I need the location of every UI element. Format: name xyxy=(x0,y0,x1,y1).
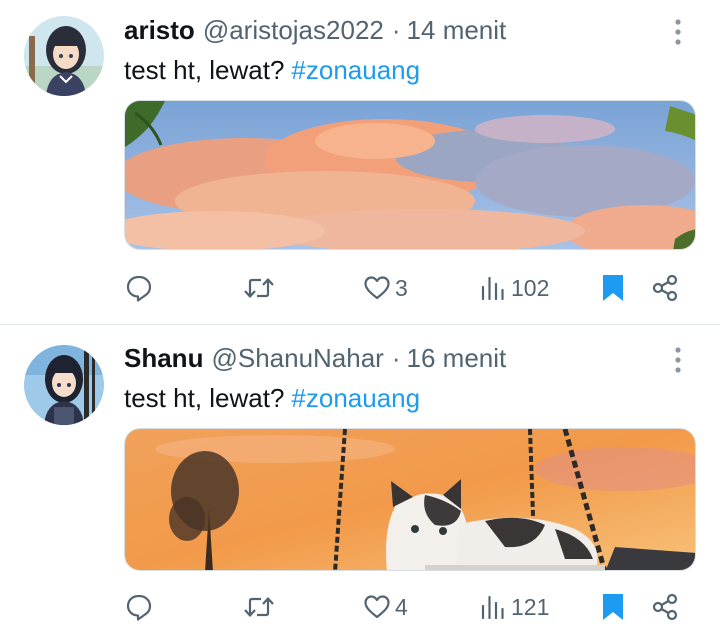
tweet-header: Shanu @ShanuNahar · 16 menit xyxy=(124,342,506,374)
avatar[interactable] xyxy=(24,16,104,96)
display-name[interactable]: aristo xyxy=(124,14,195,46)
bookmark-button[interactable] xyxy=(598,268,628,308)
share-button[interactable] xyxy=(650,268,680,308)
tweet-body: test ht, lewat? xyxy=(124,55,285,85)
bookmark-icon xyxy=(598,272,628,304)
reply-icon xyxy=(124,592,154,622)
retweet-button[interactable] xyxy=(242,268,276,308)
reply-button[interactable] xyxy=(124,587,154,627)
tweet[interactable]: Shanu @ShanuNahar · 16 menit test ht, le… xyxy=(0,325,720,632)
hashtag-link[interactable]: #zonauang xyxy=(291,55,420,85)
avatar[interactable] xyxy=(24,345,104,425)
view-count: 121 xyxy=(511,593,550,620)
views-button[interactable]: 102 xyxy=(478,268,549,308)
tweet-header: aristo @aristojas2022 · 14 menit xyxy=(124,14,506,46)
tweet-body: test ht, lewat? xyxy=(124,383,285,413)
bookmark-button[interactable] xyxy=(598,587,628,627)
tweet-actions: 4 121 xyxy=(124,587,696,627)
views-button[interactable]: 121 xyxy=(478,587,549,627)
share-icon xyxy=(650,592,680,622)
reply-icon xyxy=(124,273,154,303)
tweet-media-image[interactable] xyxy=(124,428,696,571)
user-handle[interactable]: @ShanuNahar xyxy=(211,342,383,374)
like-button[interactable]: 3 xyxy=(362,268,408,308)
views-icon xyxy=(478,273,508,303)
tweet-text: test ht, lewat? #zonauang xyxy=(124,382,420,414)
display-name[interactable]: Shanu xyxy=(124,342,203,374)
retweet-icon xyxy=(242,592,276,622)
share-icon xyxy=(650,273,680,303)
bookmark-icon xyxy=(598,591,628,623)
like-button[interactable]: 4 xyxy=(362,587,408,627)
timestamp[interactable]: 16 menit xyxy=(407,342,507,374)
share-button[interactable] xyxy=(650,587,680,627)
separator: · xyxy=(391,343,401,373)
user-handle[interactable]: @aristojas2022 xyxy=(203,14,384,46)
tweet-actions: 3 102 xyxy=(124,268,696,308)
hashtag-link[interactable]: #zonauang xyxy=(291,383,420,413)
tweet[interactable]: aristo @aristojas2022 · 14 menit test ht… xyxy=(0,0,720,325)
separator: · xyxy=(391,15,401,45)
more-options-icon[interactable] xyxy=(666,16,690,48)
retweet-button[interactable] xyxy=(242,587,276,627)
like-count: 3 xyxy=(395,274,408,301)
view-count: 102 xyxy=(511,274,550,301)
retweet-icon xyxy=(242,273,276,303)
tweet-media-image[interactable] xyxy=(124,100,696,250)
heart-icon xyxy=(362,273,392,303)
tweet-text: test ht, lewat? #zonauang xyxy=(124,54,420,86)
heart-icon xyxy=(362,592,392,622)
timestamp[interactable]: 14 menit xyxy=(407,14,507,46)
reply-button[interactable] xyxy=(124,268,154,308)
like-count: 4 xyxy=(395,593,408,620)
views-icon xyxy=(478,592,508,622)
more-options-icon[interactable] xyxy=(666,344,690,376)
